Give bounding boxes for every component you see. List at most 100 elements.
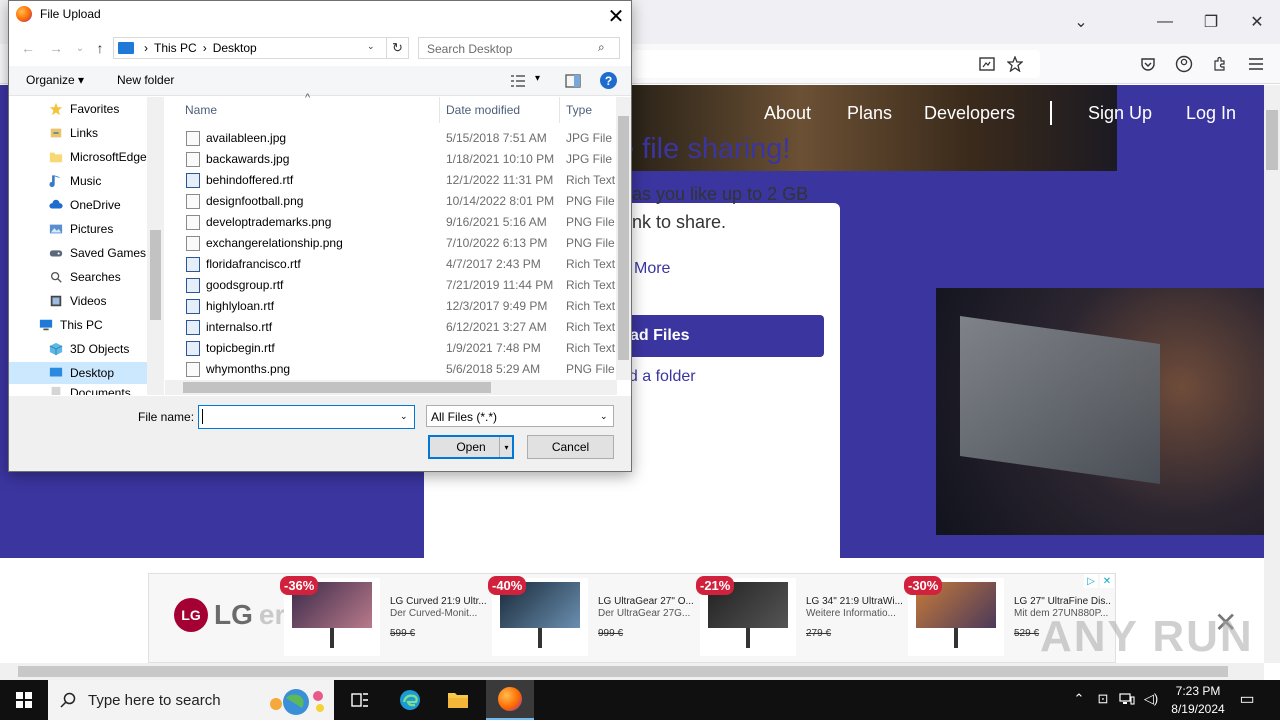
learn-more-link[interactable]: More (634, 260, 670, 278)
address-dropdown-icon[interactable]: ⌄ (367, 41, 375, 52)
cancel-button[interactable]: Cancel (527, 435, 614, 459)
page-horizontal-scroll-thumb[interactable] (18, 666, 1228, 677)
tree-item-microsoftedge[interactable]: MicrosoftEdge (48, 146, 147, 168)
taskbar-firefox[interactable] (486, 680, 534, 720)
preview-pane-icon[interactable] (565, 74, 581, 88)
tree-item-music[interactable]: Music (48, 170, 101, 192)
file-type-select[interactable]: All Files (*.*) (426, 405, 614, 427)
tree-item-searches[interactable]: Searches (48, 266, 121, 288)
tree-item-pictures[interactable]: Pictures (48, 218, 113, 240)
file-row[interactable]: developtrademarks.png 9/16/2021 5:16 AM … (180, 212, 620, 233)
organize-button[interactable]: Organize ▾ (26, 73, 84, 87)
adchoices[interactable]: ▷ ✕ (1084, 574, 1116, 588)
tree-item-this-pc[interactable]: This PC (38, 314, 103, 336)
file-type-dropdown-icon[interactable]: ⌄ (600, 411, 608, 422)
taskbar-file-explorer[interactable] (434, 680, 482, 720)
tree-item-saved-games[interactable]: Saved Games (48, 242, 146, 264)
nav-developers[interactable]: Developers (924, 103, 1015, 124)
tree-item-onedrive[interactable]: OneDrive (48, 194, 121, 216)
page-vertical-scroll-thumb[interactable] (1266, 110, 1278, 170)
taskbar-edge[interactable] (386, 680, 434, 720)
file-type: PNG File (566, 362, 615, 376)
file-row[interactable]: internalso.rtf 6/12/2021 3:27 AM Rich Te… (180, 317, 620, 338)
file-row[interactable]: highlyloan.rtf 12/3/2017 9:49 PM Rich Te… (180, 296, 620, 317)
column-header-name[interactable]: Name (185, 103, 217, 117)
view-dropdown-icon[interactable]: ▾ (535, 73, 540, 84)
extensions-icon[interactable] (1208, 52, 1232, 76)
nav-about[interactable]: About (764, 103, 811, 124)
breadcrumb-desktop[interactable]: Desktop (213, 41, 257, 55)
minimize-button[interactable]: — (1150, 8, 1180, 36)
clock-date[interactable]: 8/19/2024 (1162, 702, 1234, 716)
file-list-vertical-scroll-thumb[interactable] (618, 116, 629, 360)
view-options-icon[interactable] (510, 74, 526, 88)
tree-scroll-thumb[interactable] (150, 230, 161, 320)
tray-device-icon[interactable]: ⊡ (1094, 690, 1112, 708)
file-row[interactable]: backawards.jpg 1/18/2021 10:10 PM JPG Fi… (180, 149, 620, 170)
tab-list-dropdown[interactable]: ⌄ (1066, 8, 1096, 36)
file-row[interactable]: exchangerelationship.png 7/10/2022 6:13 … (180, 233, 620, 254)
search-desktop-input[interactable]: Search Desktop (418, 37, 620, 59)
page-vertical-scrollbar[interactable] (1264, 85, 1280, 663)
column-header-type[interactable]: Type (566, 103, 592, 117)
up-button[interactable]: ↑ (90, 38, 110, 58)
column-divider[interactable] (559, 97, 560, 123)
column-header-date[interactable]: Date modified (446, 103, 520, 117)
account-icon[interactable] (1172, 52, 1196, 76)
file-row[interactable]: behindoffered.rtf 12/1/2022 11:31 PM Ric… (180, 170, 620, 191)
recent-locations-button[interactable]: ⌄ (70, 38, 90, 58)
close-window-button[interactable]: ✕ (1242, 8, 1272, 36)
file-name: highlyloan.rtf (206, 299, 275, 313)
start-button[interactable] (0, 680, 48, 720)
column-divider[interactable] (439, 97, 440, 123)
file-name-dropdown-icon[interactable]: ⌄ (400, 411, 408, 422)
task-view-button[interactable] (336, 680, 384, 720)
dialog-close-button[interactable]: ✕ (602, 4, 630, 28)
pocket-icon[interactable] (1136, 52, 1160, 76)
breadcrumb-this-pc[interactable]: This PC (154, 41, 197, 55)
menu-icon[interactable] (1244, 52, 1268, 76)
back-button[interactable]: ← (18, 38, 38, 58)
file-row[interactable]: topicbegin.rtf 1/9/2021 7:48 PM Rich Tex… (180, 338, 620, 359)
upload-files-button[interactable]: ad Files (618, 315, 824, 357)
new-folder-button[interactable]: New folder (117, 73, 174, 87)
help-icon[interactable]: ? (600, 72, 617, 89)
network-icon[interactable] (1118, 690, 1136, 708)
refresh-button[interactable]: ↻ (386, 37, 408, 59)
product-subtitle: Der Curved-Monit... (390, 608, 478, 619)
file-type: Rich Text (566, 341, 616, 355)
file-row[interactable]: goodsgroup.rtf 7/21/2019 11:44 PM Rich T… (180, 275, 620, 296)
restore-button[interactable]: ❐ (1196, 8, 1226, 36)
tree-item-desktop[interactable]: Desktop (9, 362, 147, 384)
reader-icon[interactable] (975, 52, 999, 76)
tree-item-links[interactable]: Links (48, 122, 98, 144)
tray-chevron-icon[interactable]: ⌃ (1070, 690, 1088, 708)
nav-login[interactable]: Log In (1186, 103, 1236, 124)
tree-item-documents[interactable]: Documents (48, 386, 131, 395)
file-row[interactable]: availableen.jpg 5/15/2018 7:51 AM JPG Fi… (180, 128, 620, 149)
notification-icon[interactable]: ▭ (1238, 690, 1256, 708)
file-row[interactable]: designfootball.png 10/14/2022 8:01 PM PN… (180, 191, 620, 212)
file-row[interactable]: whymonths.png 5/6/2018 5:29 AM PNG File (180, 359, 620, 380)
ad-close-icon[interactable]: ✕ (1100, 574, 1114, 588)
nav-signup[interactable]: Sign Up (1088, 103, 1152, 124)
adchoices-icon[interactable]: ▷ (1084, 574, 1098, 588)
tree-item-favorites[interactable]: Favorites (48, 98, 119, 120)
clock-time[interactable]: 7:23 PM (1166, 684, 1230, 698)
tree-item-3d-objects[interactable]: 3D Objects (48, 338, 129, 360)
volume-icon[interactable]: ◁) (1142, 690, 1160, 708)
address-bar[interactable]: › This PC › Desktop (113, 37, 409, 59)
open-split-dropdown-icon[interactable]: ▾ (499, 437, 513, 457)
bookmark-star-icon[interactable] (1003, 52, 1027, 76)
nav-plans[interactable]: Plans (847, 103, 892, 124)
forward-button[interactable]: → (46, 38, 66, 58)
ad-product[interactable]: -21% LG 34" 21:9 UltraWi... Weitere Info… (696, 576, 904, 658)
ad-product[interactable]: -40% LG UltraGear 27" O... Der UltraGear… (488, 576, 696, 658)
tree-item-videos[interactable]: Videos (48, 290, 106, 312)
file-list-horizontal-scroll-thumb[interactable] (183, 382, 491, 393)
file-date: 7/21/2019 11:44 PM (446, 278, 554, 292)
search-icon[interactable]: ⌕ (598, 40, 605, 55)
file-row[interactable]: floridafrancisco.rtf 4/7/2017 2:43 PM Ri… (180, 254, 620, 275)
file-name-input[interactable] (198, 405, 415, 429)
ad-product[interactable]: -36% LG Curved 21:9 Ultr... Der Curved-M… (280, 576, 488, 658)
